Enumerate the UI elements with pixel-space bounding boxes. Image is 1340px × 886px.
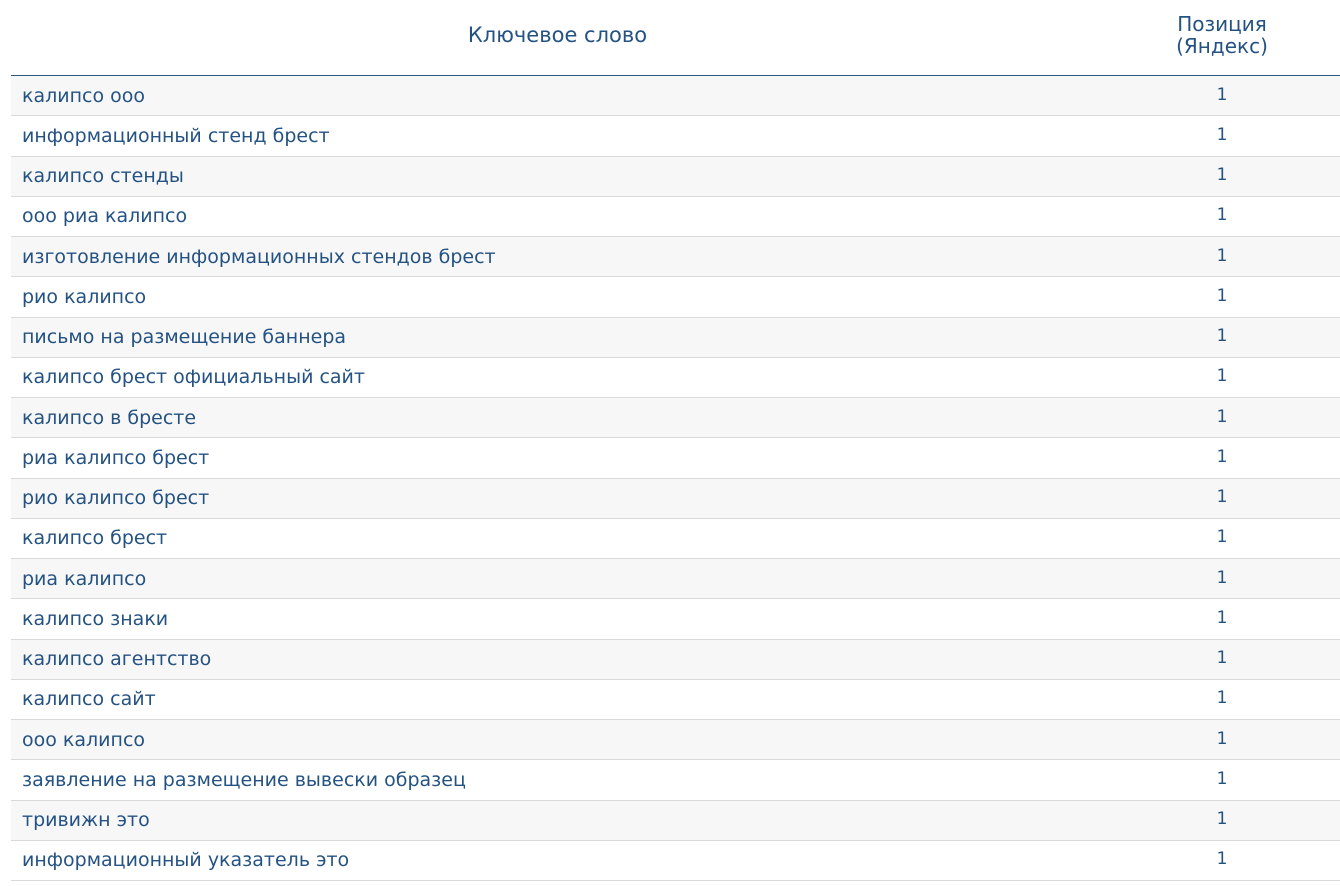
keyword-cell: калипсо в бресте	[11, 398, 1104, 439]
keyword-cell: информационный стенд брест	[11, 116, 1104, 157]
position-cell: 1	[1104, 438, 1340, 479]
table-row: письмо на размещение баннера 1	[11, 317, 1340, 358]
position-cell: 1	[1104, 680, 1340, 720]
position-cell: 1	[1104, 559, 1340, 600]
keyword-cell: калипсо ооо	[11, 76, 1104, 117]
table-row: изготовление информационных стендов брес…	[11, 237, 1340, 278]
position-cell: 1	[1104, 640, 1340, 680]
position-cell: 1	[1104, 358, 1340, 398]
keyword-cell: заявление на размещение вывески образец	[11, 760, 1104, 801]
position-cell: 1	[1104, 519, 1340, 559]
position-cell: 1	[1104, 76, 1340, 117]
keyword-cell: калипсо брест	[11, 519, 1104, 559]
table-header: Ключевое слово Позиция (Яндекс)	[11, 0, 1340, 76]
table-row: калипсо брест 1	[11, 518, 1340, 559]
column-header-position-line2: (Яндекс)	[1176, 33, 1268, 58]
table-row: калипсо агентство 1	[11, 639, 1340, 680]
keyword-cell: калипсо стенды	[11, 157, 1104, 197]
position-cell: 1	[1104, 318, 1340, 358]
table-row: калипсо знаки 1	[11, 599, 1340, 640]
keyword-cell: ооо риа калипсо	[11, 197, 1104, 237]
table-row: калипсо стенды 1	[11, 156, 1340, 197]
position-cell: 1	[1104, 760, 1340, 801]
table-row: информационный стенд брест 1	[11, 116, 1340, 157]
position-cell: 1	[1104, 841, 1340, 881]
column-header-position[interactable]: Позиция (Яндекс)	[1104, 0, 1340, 75]
position-cell: 1	[1104, 398, 1340, 439]
keyword-cell: калипсо сайт	[11, 680, 1104, 720]
table-row: заявление на размещение вывески образец 1	[11, 760, 1340, 801]
keyword-cell: изготовление информационных стендов брес…	[11, 237, 1104, 278]
table-row: информационный указатель это 1	[11, 840, 1340, 881]
position-cell: 1	[1104, 599, 1340, 640]
table-row: риа калипсо брест 1	[11, 438, 1340, 479]
keyword-cell: риа калипсо	[11, 559, 1104, 600]
position-cell: 1	[1104, 720, 1340, 761]
position-cell: 1	[1104, 116, 1340, 157]
position-cell: 1	[1104, 237, 1340, 278]
table-row: калипсо брест официальный сайт 1	[11, 357, 1340, 398]
position-cell: 1	[1104, 801, 1340, 841]
table-row: рио калипсо 1	[11, 277, 1340, 318]
table-row: ооо риа калипсо 1	[11, 196, 1340, 237]
keyword-cell: рио калипсо	[11, 277, 1104, 318]
position-cell: 1	[1104, 479, 1340, 519]
keyword-cell: ооо калипсо	[11, 720, 1104, 761]
position-cell: 1	[1104, 277, 1340, 318]
table-row: риа калипсо 1	[11, 559, 1340, 600]
keyword-positions-table: Ключевое слово Позиция (Яндекс) калипсо …	[11, 0, 1340, 881]
keyword-cell: тривижн это	[11, 801, 1104, 841]
table-row: калипсо ооо 1	[11, 76, 1340, 117]
table-row: калипсо в бресте 1	[11, 398, 1340, 439]
table-body: калипсо ооо 1 информационный стенд брест 1 к…	[11, 76, 1340, 881]
keyword-cell: калипсо знаки	[11, 599, 1104, 640]
keyword-cell: калипсо брест официальный сайт	[11, 358, 1104, 398]
table-row: рио калипсо брест 1	[11, 478, 1340, 519]
column-header-keyword[interactable]: Ключевое слово	[11, 0, 1104, 75]
table-row: калипсо сайт 1	[11, 679, 1340, 720]
keyword-cell: письмо на размещение баннера	[11, 318, 1104, 358]
position-cell: 1	[1104, 157, 1340, 197]
keyword-cell: рио калипсо брест	[11, 479, 1104, 519]
column-header-position-line1: Позиция	[1177, 11, 1267, 36]
table-row: тривижн это 1	[11, 800, 1340, 841]
position-cell: 1	[1104, 197, 1340, 237]
keyword-cell: информационный указатель это	[11, 841, 1104, 881]
table-row: ооо калипсо 1	[11, 720, 1340, 761]
keyword-cell: калипсо агентство	[11, 640, 1104, 680]
keyword-cell: риа калипсо брест	[11, 438, 1104, 479]
